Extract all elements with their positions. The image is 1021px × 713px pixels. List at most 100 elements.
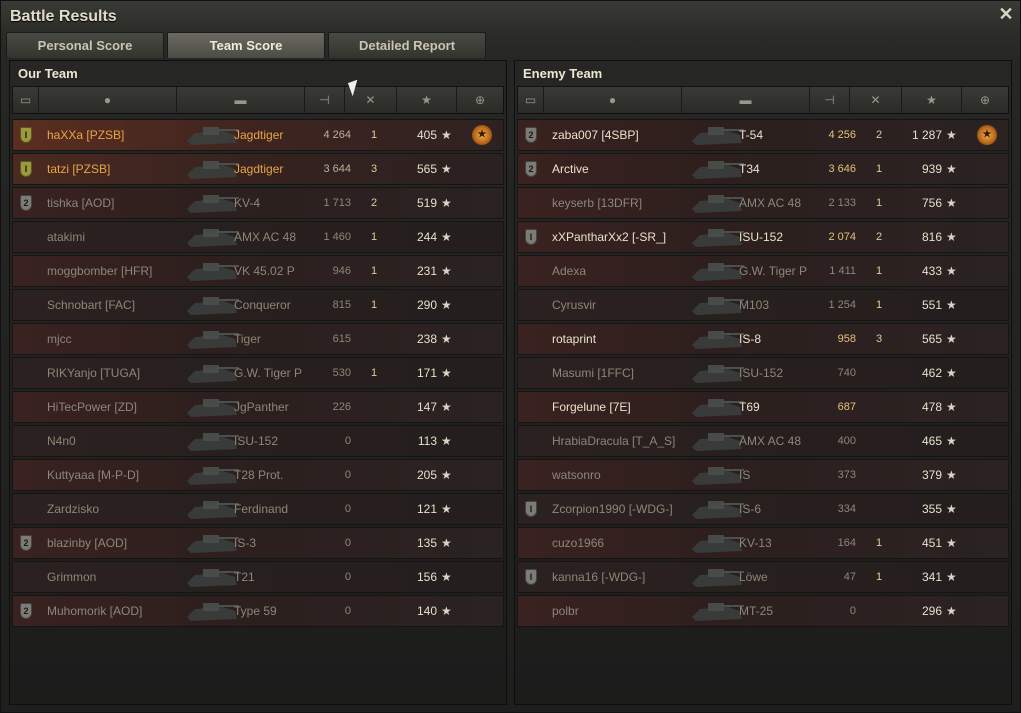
xp-star-icon: ★ [946, 604, 957, 618]
tank-icon [187, 365, 239, 383]
tank-column-icon[interactable]: ▬ [682, 87, 810, 113]
player-row[interactable]: RIKYanjo [TUGA] G.W. Tiger P 530 1 171 ★ [12, 357, 504, 389]
vehicle-name: ISU-152 [739, 230, 784, 244]
player-name: Muhomorik [AOD] [47, 604, 143, 618]
kills-value: 3 [370, 163, 378, 175]
player-row[interactable]: Schnobart [FAC] Conqueror 815 1 290 ★ [12, 289, 504, 321]
medal-column-icon[interactable]: ⊕ [457, 87, 503, 113]
player-row[interactable]: Itatzi [PZSB] Jagdtiger 3 644 3 565 ★ [12, 153, 504, 185]
player-name: tishka [AOD] [47, 196, 115, 210]
xp-star-icon: ★ [946, 332, 957, 346]
player-row[interactable]: HiTecPower [ZD] JgPanther 226 147 ★ [12, 391, 504, 423]
xp-star-icon: ★ [441, 230, 452, 244]
kills-value: 2 [875, 129, 883, 141]
player-name: Adexa [552, 264, 587, 278]
close-icon[interactable]: ✕ [998, 5, 1014, 23]
vehicle-name: T28 Prot. [234, 468, 284, 482]
player-name: Zcorpion1990 [-WDG-] [552, 502, 673, 516]
player-row[interactable]: keyserb [13DFR] AMX AC 48 2 133 1 756 ★ [517, 187, 1009, 219]
player-row[interactable]: IxXPantharXx2 [-SR_] ISU-152 2 074 2 816 ★ [517, 221, 1009, 253]
player-row[interactable]: Cyrusvir M103 1 254 1 551 ★ [517, 289, 1009, 321]
tab-personal-score[interactable]: Personal Score [6, 32, 164, 58]
xp-column-icon[interactable]: ★ [397, 87, 457, 113]
tank-icon [187, 229, 239, 247]
player-row[interactable]: N4n0 ISU-152 0 113 ★ [12, 425, 504, 457]
player-row[interactable]: Zardzisko Ferdinand 0 121 ★ [12, 493, 504, 525]
tank-icon [187, 195, 239, 213]
kills-value: 1 [370, 265, 378, 277]
player-row[interactable]: 2 zaba007 [4SBP] T-54 4 256 2 1 287 ★ ★ [517, 119, 1009, 151]
damage-value: 400 [837, 435, 856, 447]
battle-results-window: Battle Results ✕ Personal Score Team Sco… [0, 0, 1021, 713]
damage-value: 4 264 [323, 129, 351, 141]
kills-value: 1 [875, 197, 883, 209]
vehicle-name: T-54 [739, 128, 764, 142]
damage-value: 0 [344, 605, 351, 617]
medal-column-icon[interactable]: ⊕ [962, 87, 1008, 113]
platoon-badge-icon: 2 [20, 603, 32, 619]
medal-icon[interactable]: ★ [472, 125, 492, 145]
player-name: Masumi [1FFC] [552, 366, 635, 380]
vehicle-name: IS-3 [234, 536, 257, 550]
player-row[interactable]: moggbomber [HFR] VK 45.02 P 946 1 231 ★ [12, 255, 504, 287]
player-row[interactable]: 2 Muhomorik [AOD] Type 59 0 140 ★ [12, 595, 504, 627]
xp-star-icon: ★ [441, 162, 452, 176]
tab-team-score[interactable]: Team Score [167, 32, 325, 58]
player-row[interactable]: Grimmon T21 0 156 ★ [12, 561, 504, 593]
player-row[interactable]: Adexa G.W. Tiger P 1 411 1 433 ★ [517, 255, 1009, 287]
medal-icon[interactable]: ★ [977, 125, 997, 145]
player-row[interactable]: mjcc Tiger 615 238 ★ [12, 323, 504, 355]
player-row[interactable]: polbr MT-25 0 296 ★ [517, 595, 1009, 627]
tank-icon [692, 467, 744, 485]
player-row[interactable]: watsonro IS 373 379 ★ [517, 459, 1009, 491]
damage-value: 0 [344, 435, 351, 447]
xp-value: 171 [416, 366, 437, 380]
tank-icon [187, 263, 239, 281]
player-row[interactable]: atakimi AMX AC 48 1 460 1 244 ★ [12, 221, 504, 253]
xp-star-icon: ★ [441, 196, 452, 210]
player-row[interactable]: Forgelune [7E] T69 687 478 ★ [517, 391, 1009, 423]
player-row[interactable]: HrabiaDracula [T_A_S] AMX AC 48 400 465 ★ [517, 425, 1009, 457]
xp-value: 551 [921, 298, 942, 312]
xp-value: 433 [921, 264, 942, 278]
xp-star-icon: ★ [946, 400, 957, 414]
player-row[interactable]: Ikanna16 [-WDG-] Löwe 47 1 341 ★ [517, 561, 1009, 593]
damage-value: 164 [837, 537, 856, 549]
player-row[interactable]: 2 Arctive T34 3 646 1 939 ★ [517, 153, 1009, 185]
damage-column-icon[interactable]: ⊣ [810, 87, 850, 113]
player-name: zaba007 [4SBP] [552, 128, 639, 142]
xp-value: 816 [921, 230, 942, 244]
player-column-icon[interactable]: ● [544, 87, 682, 113]
player-row[interactable]: Kuttyaaa [M-P-D] T28 Prot. 0 205 ★ [12, 459, 504, 491]
badge-column-icon[interactable]: ▭ [13, 87, 39, 113]
tank-column-icon[interactable]: ▬ [177, 87, 305, 113]
damage-value: 373 [837, 469, 856, 481]
our-team-panel: Our Team ▭ ● ▬ ⊣ ✕ ★ ⊕ IhaXXa [PZSB] Jag… [9, 60, 507, 705]
player-row[interactable]: IhaXXa [PZSB] Jagdtiger 4 264 1 405 ★ ★ [12, 119, 504, 151]
player-name: HiTecPower [ZD] [47, 400, 138, 414]
vehicle-name: Jagdtiger [234, 128, 284, 142]
damage-value: 815 [332, 299, 351, 311]
tank-icon [692, 331, 744, 349]
player-row[interactable]: 2 tishka [AOD] KV-4 1 713 2 519 ★ [12, 187, 504, 219]
player-name: rotaprint [552, 332, 597, 346]
player-column-icon[interactable]: ● [39, 87, 177, 113]
player-row[interactable]: 2 blazinby [AOD] IS-3 0 135 ★ [12, 527, 504, 559]
player-row[interactable]: Masumi [1FFC] ISU-152 740 462 ★ [517, 357, 1009, 389]
tank-icon [692, 603, 744, 621]
player-row[interactable]: rotaprint IS-8 958 3 565 ★ [517, 323, 1009, 355]
xp-star-icon: ★ [946, 162, 957, 176]
xp-column-icon[interactable]: ★ [902, 87, 962, 113]
badge-column-icon[interactable]: ▭ [518, 87, 544, 113]
player-row[interactable]: cuzo1966 KV-13 164 1 451 ★ [517, 527, 1009, 559]
vehicle-name: VK 45.02 P [234, 264, 295, 278]
damage-value: 334 [837, 503, 856, 515]
tank-icon [187, 535, 239, 553]
tab-detailed-report[interactable]: Detailed Report [328, 32, 486, 58]
damage-column-icon[interactable]: ⊣ [305, 87, 345, 113]
player-name: Cyrusvir [552, 298, 596, 312]
player-row[interactable]: I Zcorpion1990 [-WDG-] IS-6 334 355 ★ [517, 493, 1009, 525]
kills-column-icon[interactable]: ✕ [850, 87, 902, 113]
tank-icon [692, 535, 744, 553]
xp-star-icon: ★ [441, 332, 452, 346]
